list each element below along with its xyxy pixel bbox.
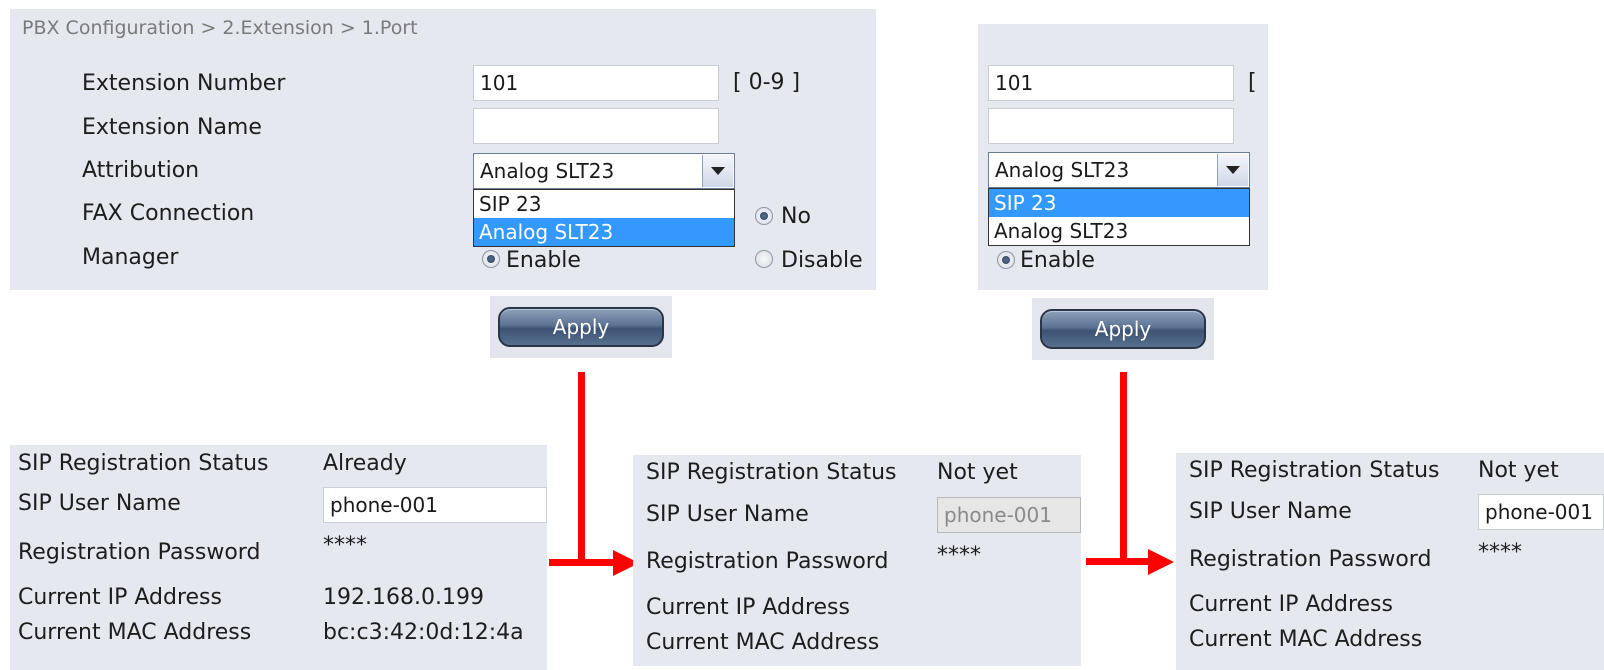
attribution-dropdown-list: SIP 23 Analog SLT23: [473, 189, 735, 247]
sip-registration-status-label: SIP Registration Status: [1189, 458, 1440, 483]
sip-user-name-label: SIP User Name: [1189, 499, 1352, 524]
attribution-select[interactable]: Analog SLT23: [988, 152, 1250, 188]
config-panel-right: 101 [ Analog SLT23 SIP 23 Analog SLT23 E…: [978, 24, 1268, 290]
current-mac-address-value: bc:c3:42:0d:12:4a: [323, 620, 524, 645]
registration-password-value: ****: [323, 533, 367, 558]
extension-number-hint: [ 0-9 ]: [733, 70, 801, 95]
current-mac-address-label: Current MAC Address: [1189, 627, 1423, 652]
manager-disable-radio[interactable]: [755, 250, 773, 268]
apply-area-right: Apply: [1032, 298, 1214, 360]
attribution-select[interactable]: Analog SLT23: [473, 153, 735, 189]
apply-button[interactable]: Apply: [1040, 309, 1206, 349]
sip-registration-status-value: Not yet: [1478, 458, 1559, 483]
current-ip-address-label: Current IP Address: [646, 595, 850, 620]
current-mac-address-label: Current MAC Address: [18, 620, 252, 645]
breadcrumb: PBX Configuration > 2.Extension > 1.Port: [22, 17, 418, 39]
sip-registration-status-value: Not yet: [937, 460, 1018, 485]
fax-no-radio[interactable]: [755, 207, 773, 225]
attribution-option-analog[interactable]: Analog SLT23: [474, 218, 734, 246]
registration-password-label: Registration Password: [18, 540, 261, 565]
dropdown-arrow-icon[interactable]: [702, 155, 733, 187]
registration-password-label: Registration Password: [646, 549, 889, 574]
attribution-dropdown-list: SIP 23 Analog SLT23: [988, 188, 1250, 246]
attribution-select-value: Analog SLT23: [480, 159, 615, 183]
registration-password-value: ****: [1478, 540, 1522, 565]
manager-enable-radio[interactable]: [482, 250, 500, 268]
sip-user-name-label: SIP User Name: [646, 502, 809, 527]
status-panel-1: SIP Registration Status Already SIP User…: [10, 445, 547, 670]
sip-registration-status-label: SIP Registration Status: [18, 451, 269, 476]
extension-name-input[interactable]: [473, 108, 719, 144]
attribution-option-sip[interactable]: SIP 23: [989, 189, 1249, 217]
attribution-option-analog[interactable]: Analog SLT23: [989, 217, 1249, 245]
fax-connection-label: FAX Connection: [82, 201, 255, 226]
extension-name-label: Extension Name: [82, 115, 262, 140]
extension-number-hint-fragment: [: [1248, 70, 1257, 95]
current-ip-address-label: Current IP Address: [18, 585, 222, 610]
apply-area-left: Apply: [490, 296, 672, 358]
current-ip-address-label: Current IP Address: [1189, 592, 1393, 617]
current-mac-address-label: Current MAC Address: [646, 630, 880, 655]
sip-user-name-label: SIP User Name: [18, 491, 181, 516]
registration-password-value: ****: [937, 543, 981, 568]
sip-user-name-input[interactable]: phone-001: [1478, 494, 1604, 530]
status-panel-2: SIP Registration Status Not yet SIP User…: [633, 455, 1081, 666]
apply-button[interactable]: Apply: [498, 307, 664, 347]
extension-number-input[interactable]: 101: [988, 65, 1234, 101]
extension-number-label: Extension Number: [82, 71, 286, 96]
attribution-select-value: Analog SLT23: [995, 158, 1130, 182]
dropdown-arrow-icon[interactable]: [1217, 154, 1248, 186]
config-panel-left: PBX Configuration > 2.Extension > 1.Port…: [10, 9, 876, 290]
sip-user-name-input[interactable]: phone-001: [323, 487, 547, 523]
manager-disable-label: Disable: [781, 248, 863, 273]
manager-enable-label: Enable: [1020, 248, 1095, 273]
manager-label: Manager: [82, 245, 179, 270]
extension-number-input[interactable]: 101: [473, 65, 719, 101]
extension-name-input[interactable]: [988, 108, 1234, 144]
sip-registration-status-value: Already: [323, 451, 407, 476]
manager-enable-radio[interactable]: [997, 251, 1015, 269]
fax-no-label: No: [781, 204, 811, 229]
sip-registration-status-label: SIP Registration Status: [646, 460, 897, 485]
attribution-label: Attribution: [82, 158, 200, 183]
current-ip-address-value: 192.168.0.199: [323, 585, 484, 610]
registration-password-label: Registration Password: [1189, 547, 1432, 572]
status-panel-3: SIP Registration Status Not yet SIP User…: [1176, 453, 1604, 670]
manager-enable-label: Enable: [506, 248, 581, 273]
attribution-option-sip[interactable]: SIP 23: [474, 190, 734, 218]
sip-user-name-input[interactable]: phone-001: [937, 497, 1081, 533]
